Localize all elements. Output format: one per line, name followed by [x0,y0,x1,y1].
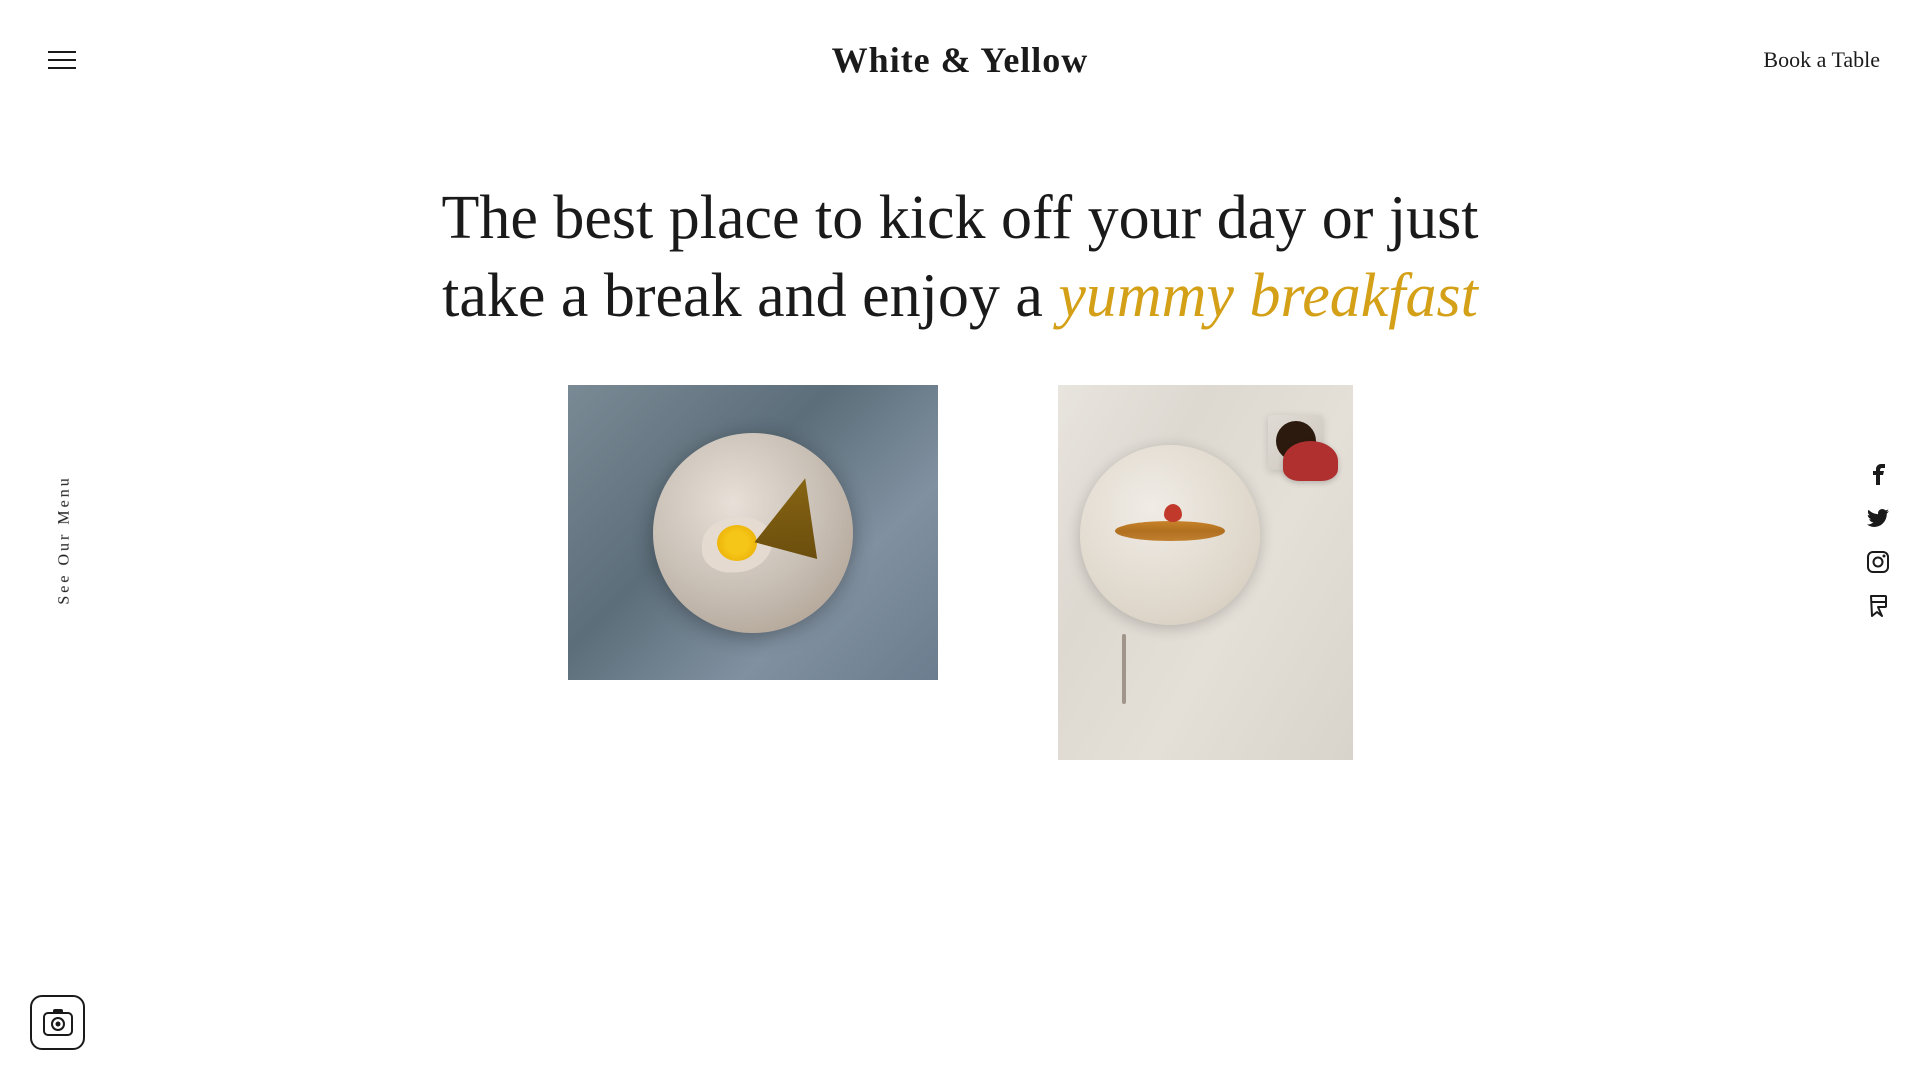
see-our-menu-link[interactable]: See Our Menu [56,475,74,604]
twitter-icon[interactable] [1866,506,1890,530]
pancake [1115,521,1225,541]
main-content: The best place to kick off your day or j… [0,0,1920,1080]
foursquare-icon[interactable] [1866,594,1890,618]
site-logo: White & Yellow [832,39,1089,81]
plate-circle [653,433,853,633]
egg-yolk [717,525,757,561]
pancake-plate [1080,445,1260,625]
book-table-button[interactable]: Book a Table [1763,47,1880,73]
social-icons-panel [1866,462,1890,618]
food-image-1 [568,385,938,680]
hero-text-highlight: yummy breakfast [1058,262,1478,330]
jam-bowl [1283,441,1338,481]
food-image-2 [1058,385,1353,760]
hamburger-menu-button[interactable] [40,43,84,77]
camera-svg [43,1008,73,1038]
hamburger-line-1 [48,51,76,53]
hero-text: The best place to kick off your day or j… [0,120,1920,385]
header: White & Yellow Book a Table [0,0,1920,120]
strawberry-accent [1164,504,1182,522]
food-image-1-placeholder [568,385,938,680]
facebook-icon[interactable] [1866,462,1890,486]
hero-text-line2-plain: take a break and enjoy a [442,262,1058,330]
hamburger-line-2 [48,59,76,61]
hamburger-line-3 [48,67,76,69]
camera-icon-button[interactable] [30,995,85,1050]
food-image-2-placeholder [1058,385,1353,760]
food-images-section [0,385,1920,760]
toast-slice [754,469,836,558]
instagram-icon[interactable] [1866,550,1890,574]
hero-text-line1: The best place to kick off your day or j… [441,184,1478,252]
fork-shape [1122,634,1126,704]
